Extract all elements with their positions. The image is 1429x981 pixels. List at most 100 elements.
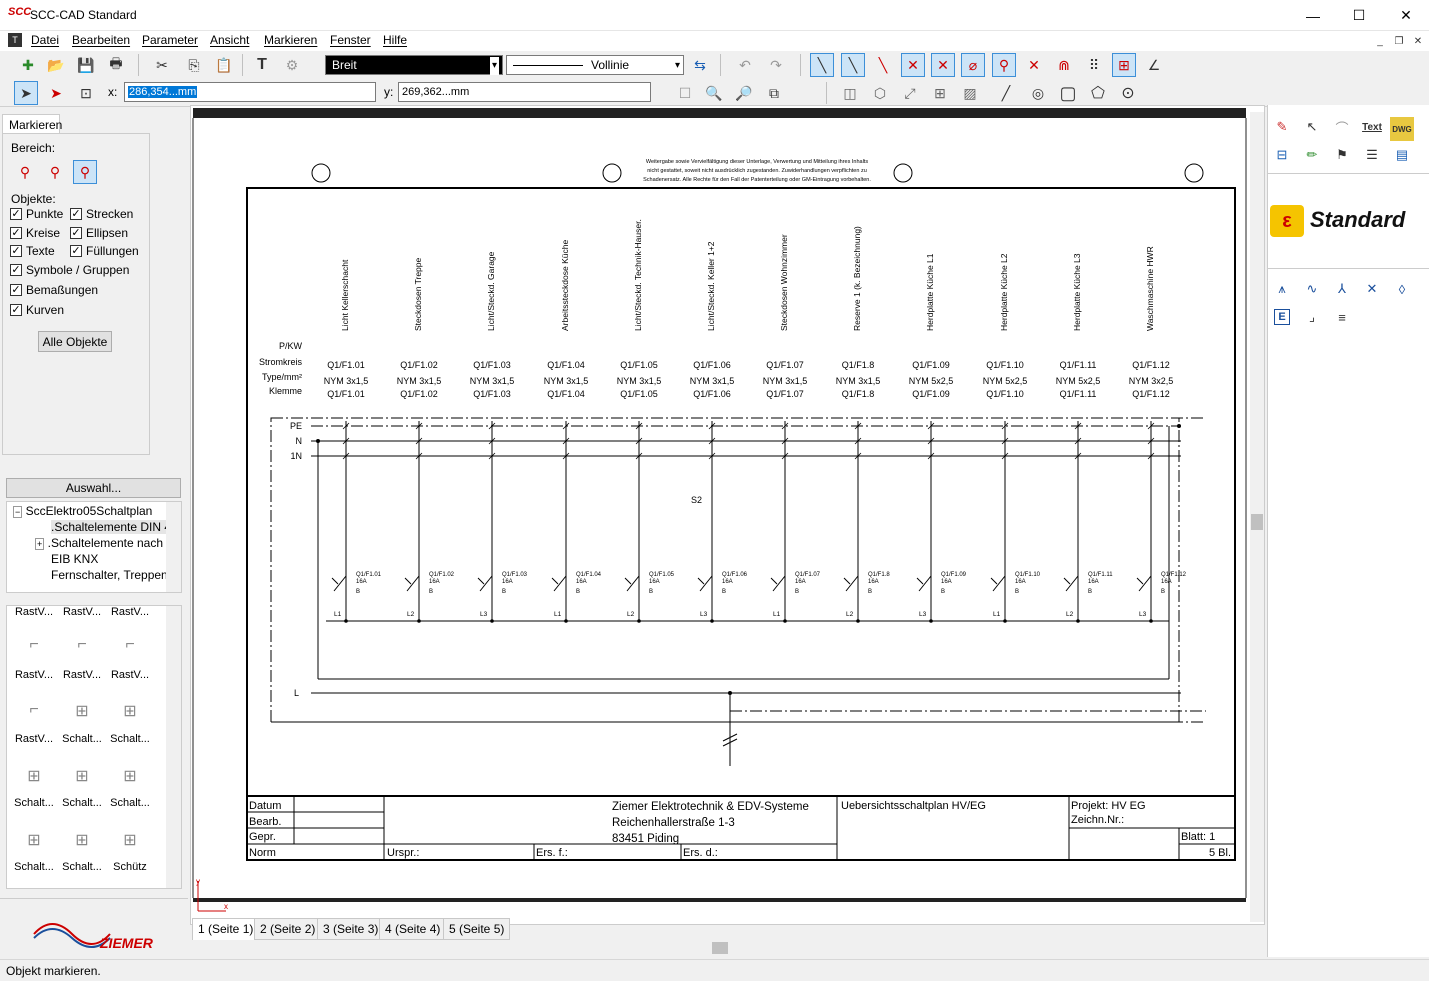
- palette-item[interactable]: RastV...: [57, 606, 107, 618]
- drawing-canvas[interactable]: Weitergabe sowie Vervielfältigung dieser…: [190, 105, 1265, 925]
- x-coordinate-field[interactable]: 286,354...mm: [124, 82, 376, 102]
- snap-grid-icon[interactable]: ⊞: [1112, 53, 1136, 77]
- polygon-tool-icon[interactable]: ⬠: [1086, 81, 1110, 105]
- zoom-out-icon[interactable]: 🔎: [732, 81, 756, 105]
- schuetz-symbol-icon[interactable]: ⊞: [105, 830, 155, 850]
- compass-icon[interactable]: ⩚: [1270, 277, 1294, 301]
- area-select-2-icon[interactable]: ⚲: [43, 160, 67, 184]
- snap-nearest-icon[interactable]: ⚲: [992, 53, 1016, 77]
- spiral-icon[interactable]: ◎: [1026, 81, 1050, 105]
- palette-item[interactable]: RastV...: [9, 733, 59, 745]
- circle-tool-icon[interactable]: ⊙: [1116, 81, 1140, 105]
- dimension-icon[interactable]: ⊟: [1270, 143, 1294, 167]
- zoom-window-icon[interactable]: ⧉: [762, 81, 786, 105]
- palette-item[interactable]: Schalt...: [105, 733, 155, 745]
- menu-ansicht[interactable]: Ansicht: [210, 33, 249, 47]
- vertical-scroll-thumb[interactable]: [1251, 514, 1263, 530]
- menu-datei[interactable]: Datei: [31, 33, 59, 47]
- list-icon[interactable]: ☰: [1360, 143, 1384, 167]
- tree-item[interactable]: EIB KNX: [51, 552, 98, 566]
- schalt-symbol-icon[interactable]: ⊞: [105, 766, 155, 786]
- line-width-select[interactable]: Breit ▾: [325, 55, 503, 75]
- tab-seite-1[interactable]: 1 (Seite 1): [192, 918, 260, 940]
- layers-icon[interactable]: ⚑: [1330, 143, 1354, 167]
- terminal-icon[interactable]: ◊: [1390, 277, 1414, 301]
- new-file-icon[interactable]: ✚: [16, 53, 40, 77]
- checkbox-kurven[interactable]: ✓ Kurven: [10, 303, 64, 317]
- eraser-icon[interactable]: ✎: [1270, 115, 1294, 139]
- properties-icon[interactable]: ⚙: [280, 53, 304, 77]
- checkbox-strecken[interactable]: ✓ Strecken: [70, 207, 133, 221]
- schalt-symbol-icon[interactable]: ⊞: [9, 766, 59, 786]
- wire-icon[interactable]: ⌟: [1300, 305, 1324, 329]
- text-tool-icon[interactable]: T: [250, 53, 274, 77]
- vertical-scrollbar[interactable]: [1250, 112, 1264, 922]
- palette-scrollbar[interactable]: [166, 606, 181, 888]
- mdi-close-icon[interactable]: ✕: [1410, 33, 1426, 49]
- snap-midpoint-icon[interactable]: ╲: [841, 53, 865, 77]
- schalt-symbol-icon[interactable]: ⊞: [105, 701, 155, 721]
- horizontal-scrollbar[interactable]: [190, 941, 1250, 955]
- auswahl-button[interactable]: Auswahl...: [6, 478, 181, 498]
- select-arrow-icon[interactable]: ➤: [14, 81, 38, 105]
- alle-objekte-button[interactable]: Alle Objekte: [38, 331, 112, 352]
- snap-perpendicular-icon[interactable]: ✕: [1022, 53, 1046, 77]
- line-settings-icon[interactable]: ⇆: [688, 53, 712, 77]
- redo-icon[interactable]: ↷: [764, 53, 788, 77]
- curve-icon[interactable]: ⌒: [1330, 115, 1354, 139]
- scale-icon[interactable]: ⤢: [898, 81, 922, 105]
- palette-item[interactable]: Schalt...: [9, 797, 59, 809]
- palette-item[interactable]: Schütz: [105, 861, 155, 873]
- area-select-3-icon[interactable]: ⚲: [73, 160, 97, 184]
- area-select-1-icon[interactable]: ⚲: [13, 160, 37, 184]
- undo-icon[interactable]: ↶: [733, 53, 757, 77]
- menu-hilfe[interactable]: Hilfe: [383, 33, 407, 47]
- palette-item[interactable]: RastV...: [9, 669, 59, 681]
- tab-seite-5[interactable]: 5 (Seite 5): [443, 918, 511, 940]
- menu-parameter[interactable]: Parameter: [142, 33, 198, 47]
- tab-seite-3[interactable]: 3 (Seite 3): [317, 918, 385, 940]
- checkbox-fuellungen[interactable]: ✓ Füllungen: [70, 244, 139, 258]
- snap-tangent-icon[interactable]: ✕: [931, 53, 955, 77]
- checkbox-ellipsen[interactable]: ✓ Ellipsen: [70, 226, 128, 240]
- hatch-icon[interactable]: ▨: [958, 81, 982, 105]
- schematic-drawing[interactable]: Weitergabe sowie Vervielfältigung dieser…: [191, 106, 1264, 924]
- select-red-arrow-icon[interactable]: ➤: [44, 81, 68, 105]
- palette-item[interactable]: RastV...: [105, 606, 155, 618]
- mirror-icon[interactable]: ◫: [838, 81, 862, 105]
- tree-item-expandable[interactable]: + .Schaltelemente nach E: [35, 536, 174, 550]
- array-icon[interactable]: ⊞: [928, 81, 952, 105]
- palette-item[interactable]: Schalt...: [9, 861, 59, 873]
- tree-item[interactable]: Fernschalter, Treppenlic: [51, 568, 179, 582]
- e-icon[interactable]: E: [1274, 309, 1290, 325]
- schalt-symbol-icon[interactable]: ⊞: [57, 830, 107, 850]
- checkbox-punkte[interactable]: ✓ Punkte: [10, 207, 63, 221]
- rastv-symbol-icon[interactable]: ⌐: [9, 636, 59, 654]
- copy-icon[interactable]: ⎘: [182, 53, 206, 77]
- snap-point-icon[interactable]: ╲: [871, 53, 895, 77]
- tab-markieren[interactable]: Markieren: [2, 114, 62, 134]
- rotate-icon[interactable]: ⬡: [868, 81, 892, 105]
- checkbox-bemassungen[interactable]: ✓ Bemaßungen: [10, 283, 98, 297]
- dwg-icon[interactable]: DWG: [1390, 117, 1414, 141]
- palette-item[interactable]: Schalt...: [105, 797, 155, 809]
- save-icon[interactable]: 💾: [74, 53, 98, 77]
- rectangle-select-icon[interactable]: ☐: [673, 81, 697, 105]
- maximize-icon[interactable]: ☐: [1336, 0, 1382, 31]
- tab-seite-2[interactable]: 2 (Seite 2): [254, 918, 322, 940]
- text-icon[interactable]: Text: [1360, 115, 1384, 139]
- junction-icon[interactable]: ⅄: [1330, 277, 1354, 301]
- paste-icon[interactable]: 📋: [212, 53, 236, 77]
- schalt-symbol-icon[interactable]: ⊞: [57, 766, 107, 786]
- open-folder-icon[interactable]: 📂: [44, 53, 68, 77]
- rastv-symbol-icon[interactable]: ⌐: [57, 636, 107, 654]
- menu-bearbeiten[interactable]: Bearbeiten: [72, 33, 130, 47]
- line-tool-icon[interactable]: ╱: [994, 81, 1018, 105]
- rastv-symbol-icon[interactable]: ⌐: [9, 701, 59, 719]
- snap-intersection-icon[interactable]: ✕: [901, 53, 925, 77]
- line-type-select[interactable]: Vollinie ▾: [506, 55, 684, 75]
- palette-item[interactable]: Schalt...: [57, 861, 107, 873]
- schalt-symbol-icon[interactable]: ⊞: [57, 701, 107, 721]
- snap-endpoint-icon[interactable]: ╲: [810, 53, 834, 77]
- rastv-symbol-icon[interactable]: ⌐: [105, 636, 155, 654]
